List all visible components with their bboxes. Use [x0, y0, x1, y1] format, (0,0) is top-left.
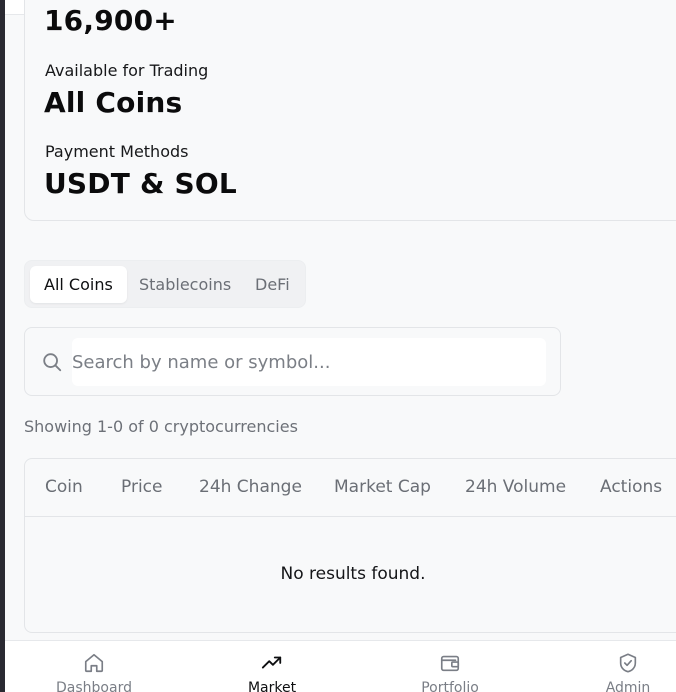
trending-up-icon — [261, 656, 282, 669]
stat-available-label: Available for Trading — [45, 61, 209, 80]
column-header-24h-volume[interactable]: 24h Volume — [465, 477, 566, 497]
bottom-navigation: Dashboard Market Portfolio Admin — [5, 640, 676, 692]
stat-payment-label: Payment Methods — [45, 142, 189, 161]
column-header-coin[interactable]: Coin — [45, 477, 83, 497]
table-header: Coin Price 24h Change Market Cap 24h Vol… — [25, 459, 676, 517]
nav-dashboard[interactable]: Dashboard — [39, 641, 149, 692]
wallet-icon — [440, 655, 460, 672]
tab-defi[interactable]: DeFi — [241, 266, 304, 303]
search-box — [24, 327, 561, 396]
crypto-table: Coin Price 24h Change Market Cap 24h Vol… — [24, 458, 676, 633]
left-edge-strip — [0, 0, 5, 692]
nav-dashboard-label: Dashboard — [56, 680, 132, 692]
nav-portfolio-label: Portfolio — [421, 680, 479, 692]
coin-filter-tabs: All Coins Stablecoins DeFi — [24, 260, 306, 308]
results-summary: Showing 1-0 of 0 cryptocurrencies — [24, 417, 298, 436]
nav-admin[interactable]: Admin — [573, 641, 676, 692]
home-icon — [84, 653, 104, 673]
nav-admin-label: Admin — [605, 680, 651, 692]
column-header-actions: Actions — [600, 477, 663, 497]
nav-portfolio[interactable]: Portfolio — [395, 641, 505, 692]
column-header-24h-change[interactable]: 24h Change — [199, 477, 302, 497]
search-input[interactable] — [72, 338, 546, 386]
tab-all-coins[interactable]: All Coins — [30, 266, 127, 303]
column-header-market-cap[interactable]: Market Cap — [334, 477, 431, 497]
empty-state-message: No results found. — [280, 564, 426, 584]
stat-coin-count: 16,900+ — [44, 4, 177, 37]
tab-stablecoins[interactable]: Stablecoins — [125, 266, 245, 303]
nav-market-label: Market — [247, 680, 297, 692]
column-header-price[interactable]: Price — [121, 477, 162, 497]
nav-market[interactable]: Market — [217, 641, 327, 692]
search-icon — [43, 353, 62, 372]
stat-available-value: All Coins — [44, 86, 183, 119]
shield-check-icon — [619, 653, 637, 673]
stat-payment-value: USDT & SOL — [44, 167, 237, 200]
